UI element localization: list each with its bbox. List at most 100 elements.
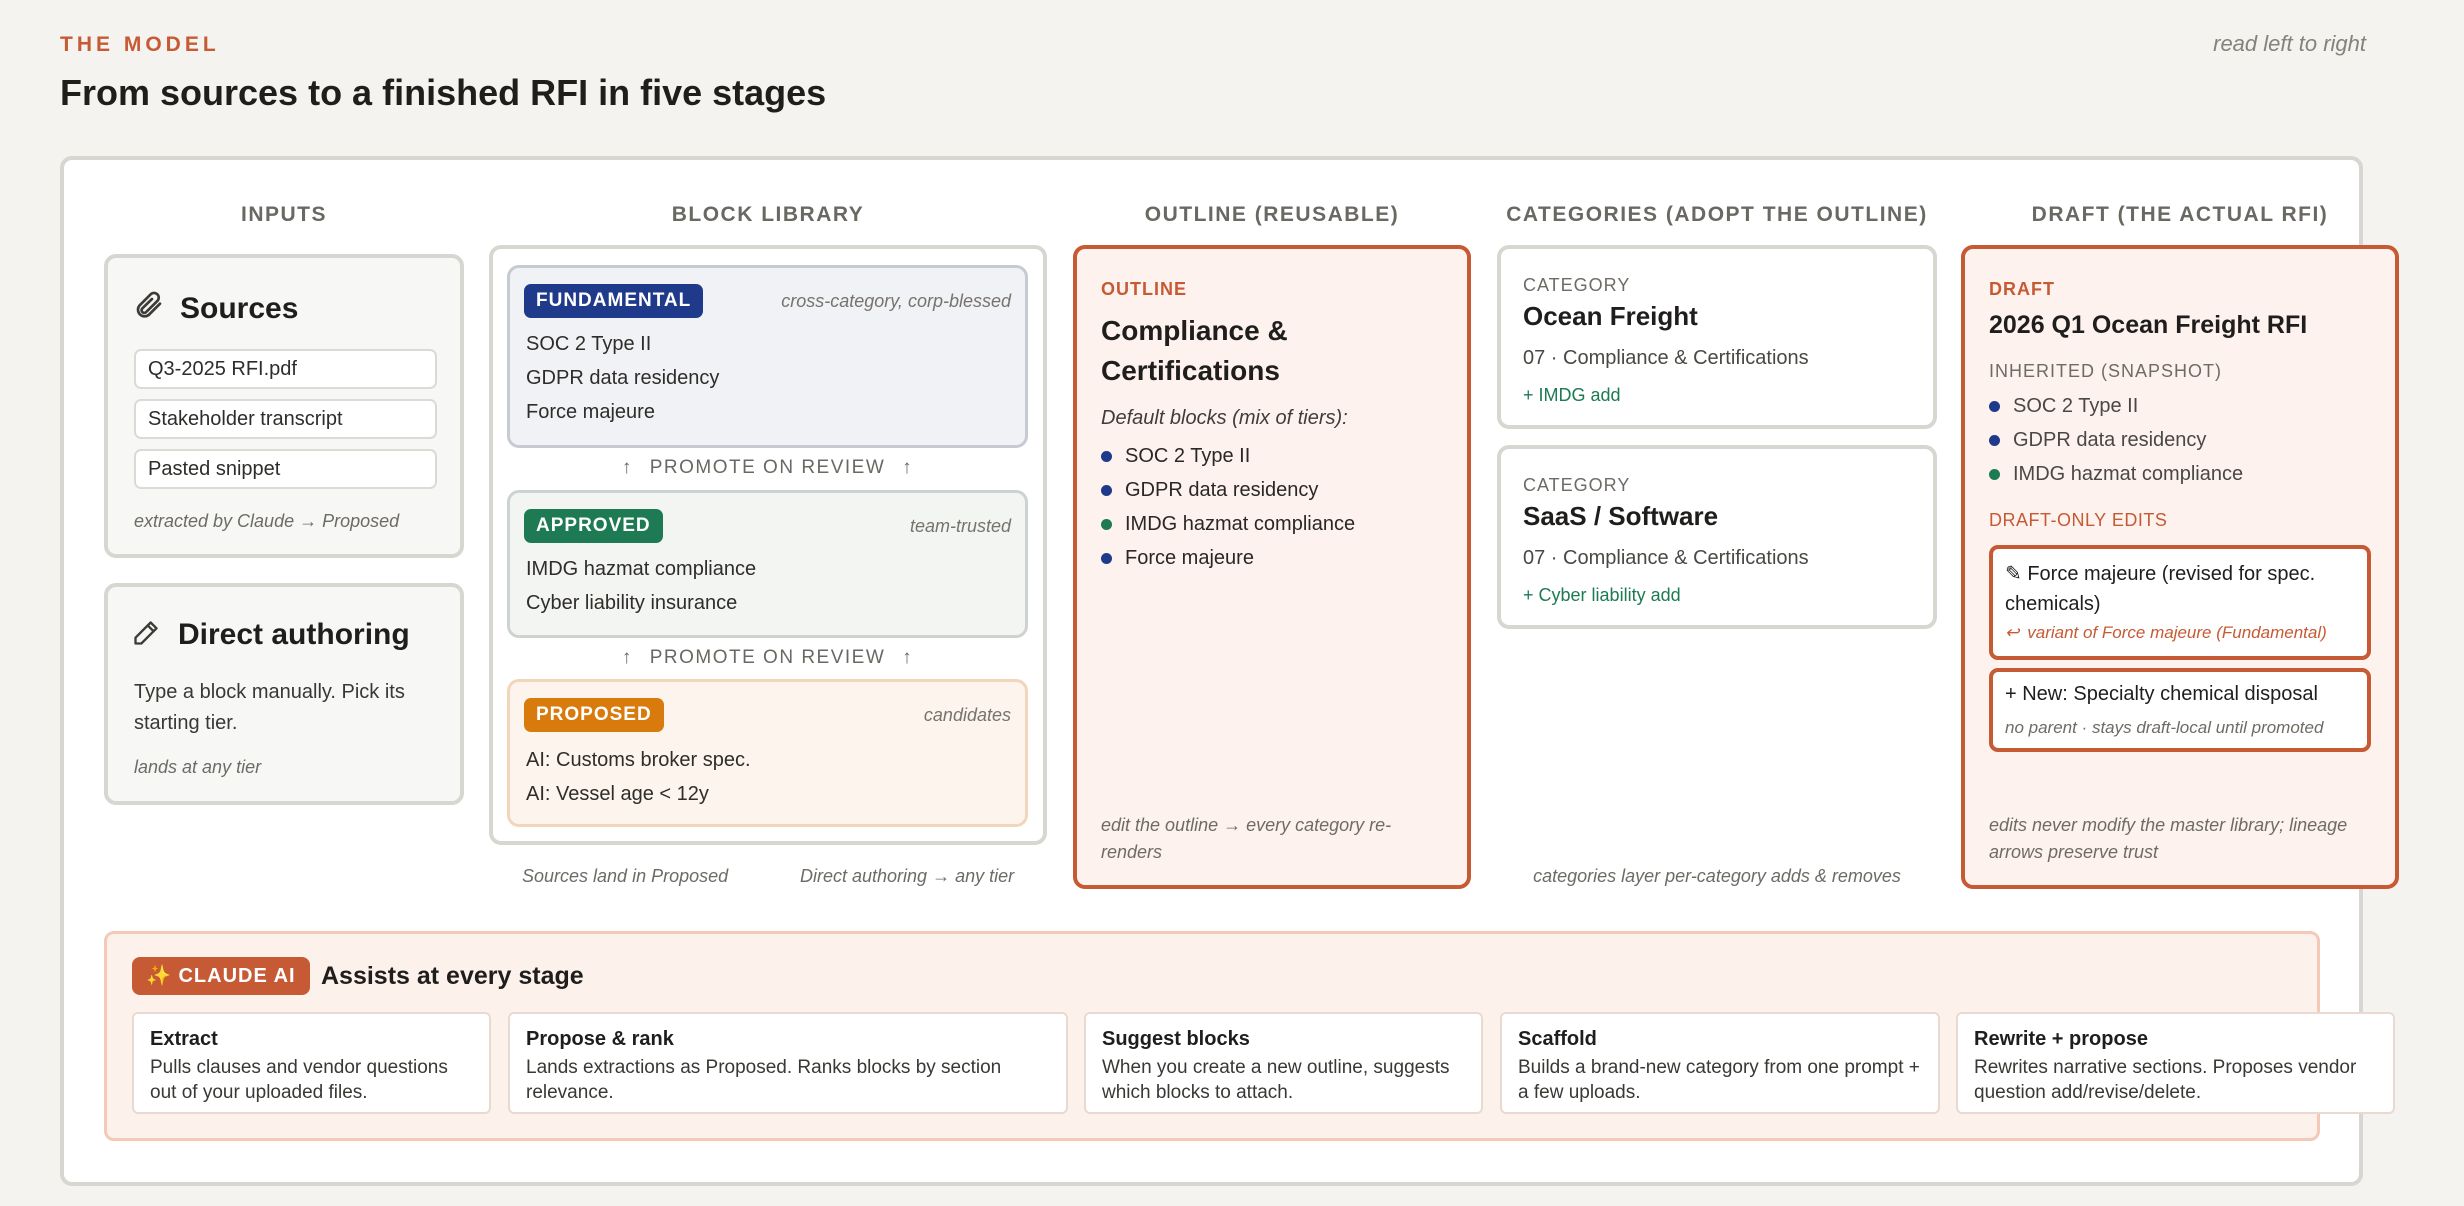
category-add-label: Cyber liability add	[1538, 585, 1681, 605]
outline-kicker: OUTLINE	[1101, 279, 1187, 299]
outline-title-line: Certifications	[1101, 355, 1280, 386]
draft-edits-label: DRAFT-ONLY EDITS	[1989, 510, 2168, 530]
inherited-block[interactable]: IMDG hazmat compliance	[1989, 463, 2243, 486]
column-header-inputs: INPUTS	[240, 203, 327, 226]
fundamental-badge: FUNDAMENTAL	[524, 284, 704, 318]
outline-block-label: IMDG hazmat compliance	[1125, 513, 1356, 535]
block-item[interactable]: Cyber liability insurance	[526, 592, 737, 615]
arrow-up-icon: ↑	[902, 647, 914, 668]
arrow-up-icon: ↑	[621, 457, 633, 478]
sources-note: extracted by Claude → Proposed	[134, 511, 400, 531]
sources-card[interactable]: Sources Q3-2025 RFI.pdf Stakeholder tran…	[104, 254, 464, 558]
ai-capability-desc: Pulls clauses and vendor questions out o…	[150, 1057, 448, 1103]
inherited-block[interactable]: SOC 2 Type II	[1989, 395, 2138, 418]
category-kicker: CATEGORY	[1523, 475, 1631, 495]
category-add: + Cyber liability add	[1523, 585, 1681, 606]
category-title: Ocean Freight	[1523, 301, 1698, 331]
draft-edit-title: ✎ Force majeure (revised for spec. chemi…	[2005, 563, 2316, 615]
fundamental-dot-icon	[1989, 401, 2000, 412]
arrow-up-icon: ↑	[902, 457, 914, 478]
tier-proposed[interactable]: PROPOSED candidates AI: Customs broker s…	[507, 679, 1028, 827]
ai-capability-desc: Lands extractions as Proposed. Ranks blo…	[526, 1057, 1002, 1103]
category-card-saas[interactable]: CATEGORY SaaS / Software 07 · Compliance…	[1497, 445, 1937, 629]
lineage-note: ↩ variant of Force majeure (Fundamental)	[2005, 623, 2327, 643]
direct-authoring-title: Direct authoring	[178, 618, 410, 651]
ai-capability-desc: Builds a brand-new category from one pro…	[1518, 1057, 1920, 1103]
source-file-chip[interactable]: Q3-2025 RFI.pdf	[134, 349, 437, 389]
block-item[interactable]: IMDG hazmat compliance	[526, 558, 756, 581]
block-item[interactable]: GDPR data residency	[526, 367, 719, 390]
block-item[interactable]: Force majeure	[526, 401, 655, 424]
approved-dot-icon	[1101, 519, 1112, 530]
fundamental-dot-icon	[1101, 451, 1112, 462]
ai-capability-title: Propose & rank	[526, 1028, 674, 1050]
category-add-label: IMDG add	[1538, 385, 1621, 405]
ai-capability-card[interactable]: Scaffold Builds a brand-new category fro…	[1500, 1012, 1940, 1114]
approved-badge: APPROVED	[524, 509, 663, 543]
category-title: SaaS / Software	[1523, 501, 1719, 531]
promote-label: PROMOTE ON REVIEW	[649, 647, 886, 668]
category-add: + IMDG add	[1523, 385, 1621, 406]
outline-block-label: Force majeure	[1125, 547, 1254, 569]
category-card-ocean-freight[interactable]: CATEGORY Ocean Freight 07 · Compliance &…	[1497, 245, 1937, 429]
claude-title: Assists at every stage	[321, 962, 584, 990]
promote-on-review: ↑ PROMOTE ON REVIEW ↑	[507, 647, 1028, 669]
block-item[interactable]: SOC 2 Type II	[526, 333, 651, 356]
ai-capability-card[interactable]: Propose & rank Lands extractions as Prop…	[508, 1012, 1068, 1114]
draft-title: 2026 Q1 Ocean Freight RFI	[1989, 311, 2308, 339]
column-header-outline: OUTLINE (REUSABLE)	[1144, 203, 1400, 226]
block-item[interactable]: AI: Customs broker spec.	[526, 749, 751, 772]
draft-footer: edits never modify the master library; l…	[1989, 815, 2348, 862]
plus-icon: +	[1523, 585, 1534, 605]
ai-capability-desc: Rewrites narrative sections. Proposes ve…	[1974, 1057, 2357, 1103]
ai-capability-card[interactable]: Rewrite + propose Rewrites narrative sec…	[1956, 1012, 2395, 1114]
promote-on-review: ↑ PROMOTE ON REVIEW ↑	[507, 457, 1028, 479]
source-file-chip[interactable]: Stakeholder transcript	[134, 399, 437, 439]
inherited-block[interactable]: GDPR data residency	[1989, 429, 2206, 452]
lineage-label: variant of Force majeure (Fundamental)	[2027, 623, 2327, 642]
tier-approved[interactable]: APPROVED team-trusted IMDG hazmat compli…	[507, 490, 1028, 638]
source-file-chip[interactable]: Pasted snippet	[134, 449, 437, 489]
library-footer-right: Direct authoring → any tier	[800, 866, 1015, 886]
column-header-library: BLOCK LIBRARY	[671, 203, 865, 226]
claude-ai-badge: ✨ CLAUDE AI	[132, 957, 310, 995]
lineage-arrow-icon: ↩	[2005, 623, 2020, 642]
pencil-icon	[132, 619, 160, 655]
fundamental-dot-icon	[1101, 553, 1112, 564]
block-item[interactable]: AI: Vessel age < 12y	[526, 783, 709, 806]
sources-title: Sources	[180, 292, 299, 325]
draft-card[interactable]: DRAFT 2026 Q1 Ocean Freight RFI INHERITE…	[1961, 245, 2399, 889]
plus-icon: +	[1523, 385, 1534, 405]
outline-card[interactable]: OUTLINE Compliance & Certifications Defa…	[1073, 245, 1471, 889]
tier-fundamental[interactable]: FUNDAMENTAL cross-category, corp-blessed…	[507, 265, 1028, 448]
ai-capability-title: Rewrite + propose	[1974, 1028, 2148, 1050]
direct-authoring-body: Type a block manually. Pick its starting…	[134, 681, 405, 734]
column-header-categories: CATEGORIES (ADOPT THE OUTLINE)	[1506, 203, 1928, 226]
ai-capability-desc: When you create a new outline, suggests …	[1102, 1057, 1450, 1103]
category-kicker: CATEGORY	[1523, 275, 1631, 295]
draft-edit-force-majeure[interactable]: ✎ Force majeure (revised for spec. chemi…	[1989, 545, 2371, 660]
draft-kicker: DRAFT	[1989, 279, 2055, 299]
inherited-block-label: SOC 2 Type II	[2013, 395, 2139, 417]
column-header-draft: DRAFT (THE ACTUAL RFI)	[2031, 203, 2329, 226]
outline-title-line: Compliance &	[1101, 315, 1288, 346]
outline-title: Compliance & Certifications	[1101, 311, 1288, 391]
inherited-block-label: IMDG hazmat compliance	[2013, 463, 2244, 485]
ai-capability-title: Suggest blocks	[1102, 1028, 1250, 1050]
ai-capability-title: Extract	[150, 1028, 218, 1050]
draft-edit-new-block[interactable]: + New: Specialty chemical disposal no pa…	[1989, 668, 2371, 752]
category-outline-ref: 07 · Compliance & Certifications	[1523, 347, 1809, 369]
page-title: From sources to a finished RFI in five s…	[60, 72, 827, 113]
read-hint: read left to right	[2213, 31, 2366, 56]
direct-authoring-note: lands at any tier	[134, 757, 262, 777]
outline-block[interactable]: Force majeure	[1101, 547, 1254, 570]
outline-block[interactable]: GDPR data residency	[1101, 479, 1318, 502]
outline-subtitle: Default blocks (mix of tiers):	[1101, 407, 1348, 429]
outline-block-label: GDPR data residency	[1125, 479, 1319, 501]
outline-block[interactable]: IMDG hazmat compliance	[1101, 513, 1355, 536]
direct-authoring-card[interactable]: Direct authoring Type a block manually. …	[104, 583, 464, 805]
ai-capability-card[interactable]: Extract Pulls clauses and vendor questio…	[132, 1012, 491, 1114]
arrow-up-icon: ↑	[621, 647, 633, 668]
ai-capability-card[interactable]: Suggest blocks When you create a new out…	[1084, 1012, 1483, 1114]
outline-block[interactable]: SOC 2 Type II	[1101, 445, 1250, 468]
